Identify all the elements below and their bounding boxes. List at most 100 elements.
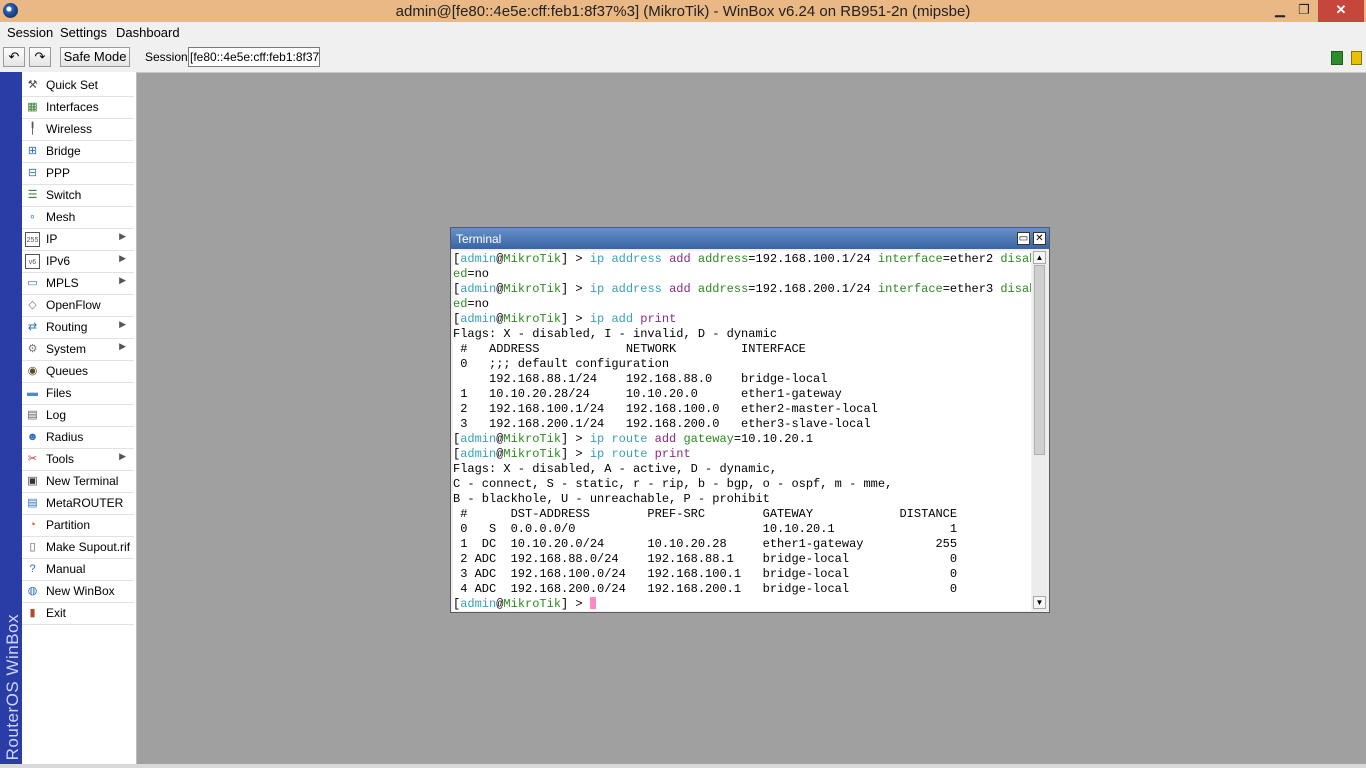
terminal-close-button[interactable]: ✕ [1033, 232, 1046, 245]
menu-item-exit[interactable]: ▮ Exit [22, 603, 134, 625]
menu-item-system[interactable]: ⚙ System ▶ [22, 339, 134, 361]
terminal-scrollbar[interactable]: ▲ ▼ [1032, 251, 1047, 611]
menu-item-openflow[interactable]: ◇ OpenFlow [22, 295, 134, 317]
menu-bar: Session Settings Dashboard [0, 22, 1366, 42]
terminal-line: ed=no [453, 267, 489, 282]
terminal-line: 0 S 0.0.0.0/0 10.10.20.1 1 [453, 522, 957, 537]
hide-menu-icon[interactable] [1351, 51, 1362, 65]
menu-item-label: Interfaces [46, 100, 99, 114]
terminal-line: 1 10.10.20.28/24 10.10.20.0 ether1-gatew… [453, 387, 842, 402]
terminal-text: print [640, 312, 677, 326]
safe-mode-button[interactable]: Safe Mode [60, 47, 130, 67]
terminal-title-bar[interactable]: Terminal ▭ ✕ [451, 228, 1049, 249]
terminal-text: MikroTik [503, 312, 562, 326]
terminal-text: =192.168.100.1/24 [748, 252, 878, 266]
menu-item-bridge[interactable]: ⊞ Bridge [22, 141, 134, 163]
scroll-up-icon[interactable]: ▲ [1033, 251, 1046, 264]
menu-item-label: New Terminal [46, 474, 119, 488]
terminal-text: =ether3 [942, 282, 1001, 296]
terminal-line: [admin@MikroTik] > ip add print [453, 312, 676, 327]
terminal-line: C - connect, S - static, r - rip, b - bg… [453, 477, 892, 492]
menu-item-tools[interactable]: ✂ Tools ▶ [22, 449, 134, 471]
undo-button[interactable]: ↶ [3, 47, 25, 67]
terminal-text: address [697, 282, 749, 296]
menu-item-make-supout-rif[interactable]: ▯ Make Supout.rif [22, 537, 134, 559]
tools-icon: ✂ [27, 453, 38, 465]
terminal-text: 2 ADC 192.168.88.0/24 192.168.88.1 bridg… [453, 552, 958, 566]
menu-item-ip[interactable]: 255 IP ▶ [22, 229, 134, 251]
menu-item-label: Radius [46, 430, 84, 444]
menu-item-interfaces[interactable]: ▦ Interfaces [22, 97, 134, 119]
minimize-button[interactable]: ▁ [1270, 0, 1290, 22]
menu-item-metarouter[interactable]: ▤ MetaROUTER [22, 493, 134, 515]
text-cursor [589, 597, 596, 609]
submenu-arrow-icon: ▶ [119, 253, 126, 263]
menu-item-label: Queues [46, 364, 89, 378]
terminal-line: 1 DC 10.10.20.0/24 10.10.20.28 ether1-ga… [453, 537, 957, 552]
terminal-text: ip route [589, 432, 648, 446]
menu-item-wireless[interactable]: ╿ Wireless [22, 119, 134, 141]
terminal-text: C - connect, S - static, r - rip, b - bg… [453, 477, 893, 491]
menu-item-new-winbox[interactable]: ◍ New WinBox [22, 581, 134, 603]
menu-item-manual[interactable]: ? Manual [22, 559, 134, 581]
terminal-text: 1 DC 10.10.20.0/24 10.10.20.28 ether1-ga… [453, 537, 958, 551]
menu-session[interactable]: Session [7, 25, 53, 40]
menu-settings[interactable]: Settings [60, 25, 107, 40]
menu-item-mesh[interactable]: ∘ Mesh [22, 207, 134, 229]
menu-item-queues[interactable]: ◉ Queues [22, 361, 134, 383]
terminal-text: ed [453, 267, 468, 281]
terminal-text: Flags: X - disabled, A - active, D - dyn… [453, 462, 778, 476]
quick-set-icon: ⚒ [27, 79, 38, 91]
menu-item-ipv6[interactable]: v6 IPv6 ▶ [22, 251, 134, 273]
menu-item-label: Quick Set [46, 78, 99, 92]
menu-dashboard[interactable]: Dashboard [116, 25, 180, 40]
terminal-line: [admin@MikroTik] > [453, 597, 596, 611]
ppp-icon: ⊟ [27, 167, 38, 179]
menu-item-label: Switch [46, 188, 82, 202]
terminal-text: admin [460, 282, 497, 296]
terminal-line: 2 ADC 192.168.88.0/24 192.168.88.1 bridg… [453, 552, 957, 567]
ip-icon: 255 [25, 232, 40, 247]
terminal-text: Flags: X - disabled, I - invalid, D - dy… [453, 327, 778, 341]
manual-icon: ? [29, 563, 36, 575]
terminal-text: =no [467, 267, 490, 281]
session-field[interactable]: [fe80::4e5e:cff:feb1:8f37:3] [188, 47, 320, 67]
make-supout-rif-icon: ▯ [29, 541, 36, 553]
close-button[interactable]: ✕ [1318, 0, 1364, 22]
menu-item-new-terminal[interactable]: ▣ New Terminal [22, 471, 134, 493]
scroll-down-icon[interactable]: ▼ [1033, 596, 1046, 609]
terminal-text: disabl [1000, 252, 1031, 266]
radius-icon: ☻ [26, 431, 39, 443]
terminal-output[interactable]: [admin@MikroTik] > ip address add addres… [453, 251, 1031, 611]
scroll-thumb[interactable] [1034, 265, 1045, 455]
new-terminal-icon: ▣ [27, 475, 38, 487]
menu-item-switch[interactable]: ☰ Switch [22, 185, 134, 207]
terminal-text: add [654, 432, 677, 446]
menu-item-radius[interactable]: ☻ Radius [22, 427, 134, 449]
menu-item-label: IP [46, 232, 58, 246]
menu-item-files[interactable]: ▬ Files [22, 383, 134, 405]
terminal-text: =192.168.200.1/24 [748, 282, 878, 296]
menu-item-label: MetaROUTER [46, 496, 124, 510]
menu-item-label: PPP [46, 166, 71, 180]
terminal-text: add [669, 282, 691, 296]
terminal-restore-button[interactable]: ▭ [1017, 232, 1030, 245]
terminal-line: # ADDRESS NETWORK INTERFACE [453, 342, 806, 357]
menu-item-log[interactable]: ▤ Log [22, 405, 134, 427]
terminal-text: MikroTik [503, 447, 562, 461]
main-menu: ⚒ Quick Set ▦ Interfaces ╿ Wireless ⊞ Bridge ⊟ PP… [22, 72, 137, 768]
menu-item-ppp[interactable]: ⊟ PPP [22, 163, 134, 185]
menu-item-partition[interactable]: ◔ Partition [22, 515, 134, 537]
menu-item-routing[interactable]: ⇄ Routing ▶ [22, 317, 134, 339]
terminal-line: 0 ;;; default configuration [453, 357, 669, 372]
terminal-line: [admin@MikroTik] > ip route add gateway=… [453, 432, 813, 447]
maximize-button[interactable]: ❐ [1294, 0, 1314, 22]
menu-item-quick-set[interactable]: ⚒ Quick Set [22, 75, 134, 97]
redo-button[interactable]: ↷ [29, 47, 51, 67]
menu-item-mpls[interactable]: ▭ MPLS ▶ [22, 273, 134, 295]
routing-icon: ⇄ [27, 321, 38, 333]
terminal-text: 4 ADC 192.168.200.0/24 192.168.200.1 bri… [453, 582, 958, 596]
